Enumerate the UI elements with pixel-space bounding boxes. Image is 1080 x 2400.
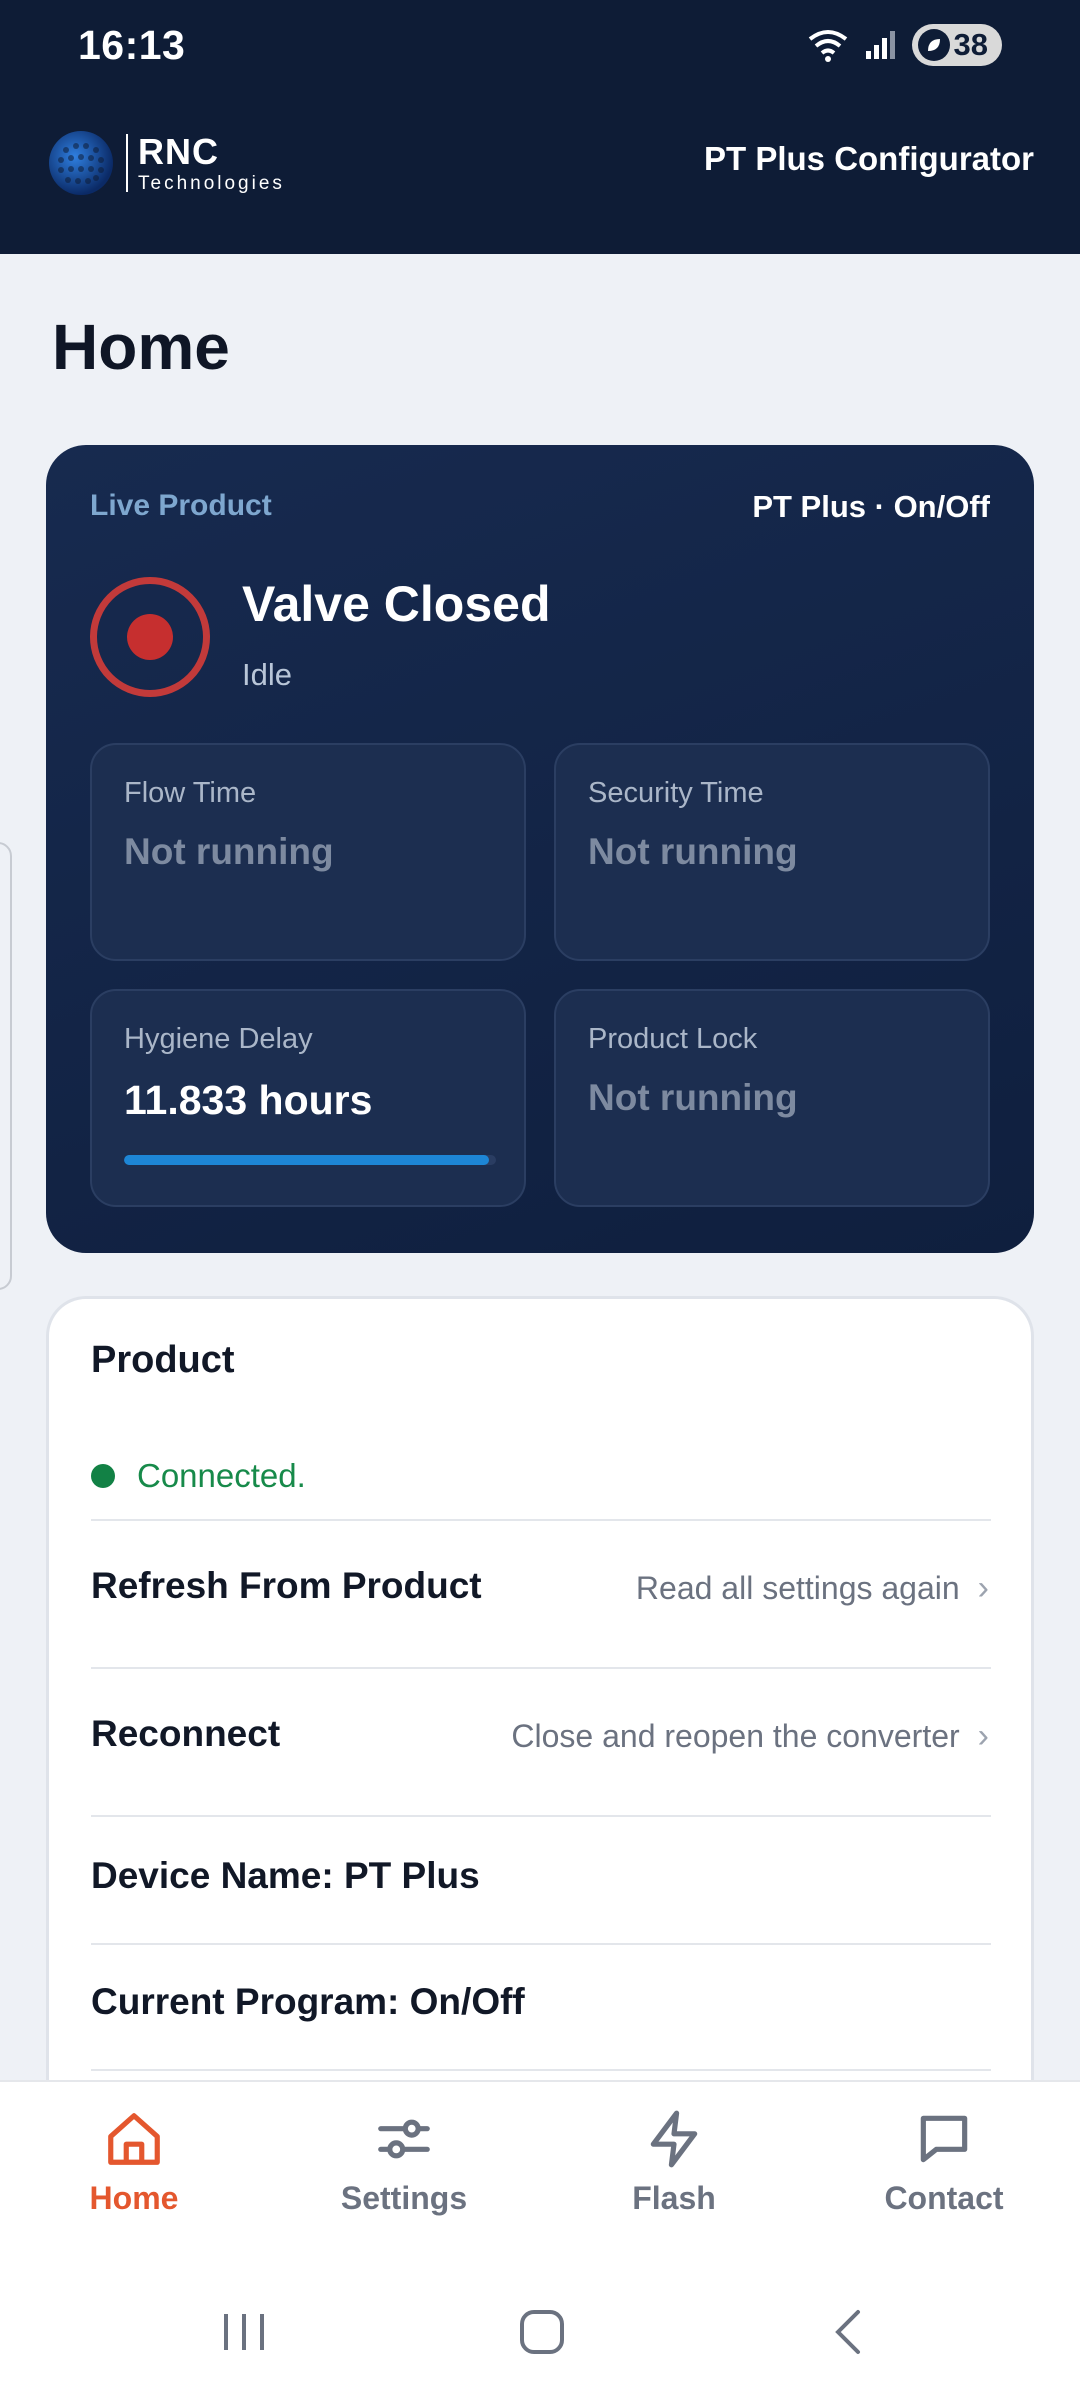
home-button-icon[interactable] [518,2308,566,2356]
status-icons: 38 [806,24,1002,66]
hygiene-progress-fill [124,1155,489,1165]
nav-flash[interactable]: Flash [574,2108,774,2217]
logo-subtitle: Technologies [138,172,285,194]
system-navigation-bar [0,2260,1080,2400]
product-lock-tile: Product Lock Not running [554,989,990,1207]
refresh-label: Refresh From Product [91,1565,482,1606]
tile-label: Flow Time [124,777,257,809]
home-icon [108,2113,160,2165]
side-panel-handle[interactable] [0,842,12,1290]
reconnect-hint: Close and reopen the converter [511,1718,960,1754]
valve-substate: Idle [242,657,292,692]
tile-value: Not running [588,1077,798,1118]
flow-time-tile: Flow Time Not running [90,743,526,961]
sliders-icon [378,2119,430,2159]
product-section-title: Product [91,1339,235,1381]
battery-level: 38 [953,27,988,62]
bottom-navigation: Home Settings Flash Contact [0,2080,1080,2260]
lightning-icon [650,2110,698,2168]
tile-value: 11.833 hours [124,1077,373,1123]
nav-label: Settings [340,2180,468,2216]
recent-apps-icon[interactable] [220,2310,268,2354]
chevron-right-icon: › [977,1717,989,1755]
nav-label: Home [89,2180,179,2216]
refresh-from-product-row[interactable]: Refresh From Product Read all settings a… [49,1521,1031,1667]
live-product-card: Live Product PT Plus · On/Off Valve Clos… [46,445,1034,1253]
tile-label: Product Lock [588,1023,758,1055]
tile-label: Hygiene Delay [124,1023,313,1055]
connected-dot-icon [91,1464,115,1488]
nav-label: Contact [884,2180,1004,2216]
current-program: Current Program: On/Off [91,1981,525,2022]
chat-icon [920,2115,968,2163]
product-card: Product Connected. Refresh From Product … [46,1296,1034,2096]
logo-divider [126,134,128,192]
chevron-right-icon: › [977,1569,989,1607]
security-time-tile: Security Time Not running [554,743,990,961]
logo-name: RNC [138,130,219,172]
device-name: Device Name: PT Plus [91,1855,480,1896]
divider [91,2069,991,2071]
battery-saver-icon [917,29,950,61]
refresh-hint: Read all settings again [635,1570,960,1606]
reconnect-row[interactable]: Reconnect Close and reopen the converter… [49,1669,1031,1815]
connection-status: Connected. [91,1457,306,1495]
company-logo: RNC Technologies [46,128,285,198]
signal-icon [865,31,895,59]
wifi-icon [808,30,847,62]
valve-state: Valve Closed [242,576,551,632]
nav-settings[interactable]: Settings [304,2108,504,2217]
back-icon[interactable] [828,2308,868,2356]
nav-contact[interactable]: Contact [844,2108,1044,2217]
tile-value: Not running [124,831,334,872]
battery-indicator: 38 [911,24,1002,66]
status-time: 16:13 [78,22,186,68]
connection-status-text: Connected. [137,1457,306,1494]
nav-home[interactable]: Home [34,2108,234,2217]
hygiene-progress-bar [124,1155,496,1165]
reconnect-label: Reconnect [91,1713,281,1754]
tile-label: Security Time [588,777,764,809]
globe-logo-icon [49,131,113,195]
valve-closed-icon [90,577,210,697]
nav-label: Flash [632,2180,716,2216]
live-product-model: PT Plus · On/Off [752,489,990,524]
live-product-label: Live Product [90,489,272,522]
app-header: 16:13 38 RNC Technologies PT Plus Config… [0,0,1080,254]
hygiene-delay-tile: Hygiene Delay 11.833 hours [90,989,526,1207]
page-title: Home [52,311,230,383]
app-title: PT Plus Configurator [704,140,1034,177]
divider [91,1943,991,1945]
divider [91,1815,991,1817]
tile-value: Not running [588,831,798,872]
